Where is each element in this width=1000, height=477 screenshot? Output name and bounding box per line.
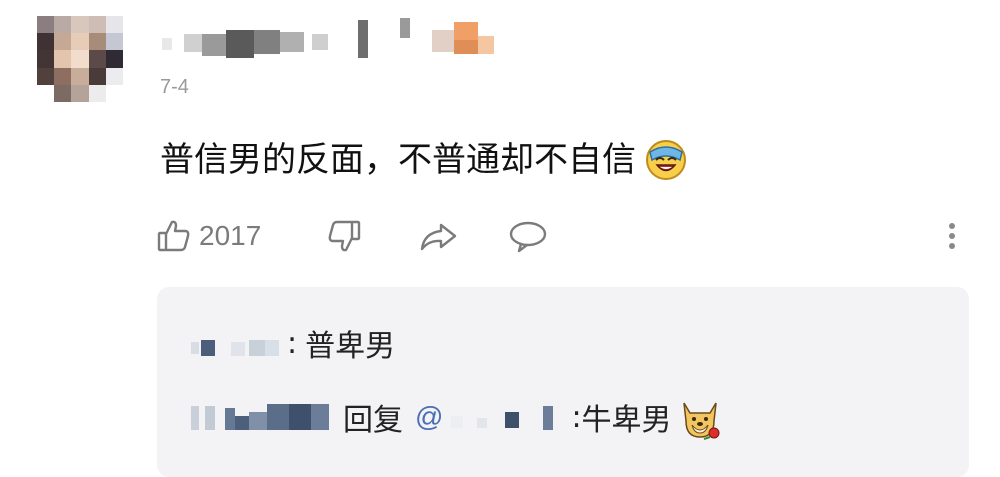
thumbs-down-icon xyxy=(325,217,363,255)
reply-to-label: 回复 xyxy=(343,403,403,438)
reply-username-pixelated[interactable] xyxy=(187,402,337,432)
share-arrow-icon xyxy=(417,217,459,255)
share-button[interactable] xyxy=(417,214,459,258)
more-options-button[interactable] xyxy=(945,214,959,258)
thumbs-up-icon xyxy=(155,217,193,255)
reply-username-pixelated[interactable] xyxy=(187,328,287,358)
like-button[interactable]: 2017 xyxy=(155,214,261,258)
replies-panel[interactable]: : 普卑男 回复 @ : 牛卑男 xyxy=(157,287,969,477)
username-pixelated[interactable] xyxy=(162,18,502,58)
mentioned-username-pixelated[interactable] xyxy=(451,402,561,432)
reply-text: 普卑男 xyxy=(305,329,396,364)
reply-separator: : xyxy=(571,399,582,435)
dislike-button[interactable] xyxy=(325,214,363,258)
reply-item[interactable]: 回复 @ : 牛卑男 xyxy=(187,393,724,441)
comment-date: 7-4 xyxy=(160,76,189,98)
doge-with-rose-icon xyxy=(676,393,724,441)
reply-text: 牛卑男 xyxy=(581,403,672,438)
reply-separator: : xyxy=(287,325,298,361)
reply-item[interactable]: : 普卑男 xyxy=(187,321,395,365)
comment-text: 普信男的反面，不普通却不自信 xyxy=(160,140,636,180)
avatar[interactable] xyxy=(37,16,123,102)
mention-link[interactable]: @ xyxy=(415,401,443,433)
vertical-dots-icon xyxy=(945,217,959,255)
like-count: 2017 xyxy=(199,220,262,251)
speech-bubble-icon xyxy=(507,217,549,255)
comment-body: 普信男的反面，不普通却不自信 xyxy=(160,138,688,182)
reply-comment-button[interactable] xyxy=(507,214,549,258)
laughing-crying-face-icon xyxy=(644,138,688,182)
comment-actions: 2017 xyxy=(155,214,975,258)
